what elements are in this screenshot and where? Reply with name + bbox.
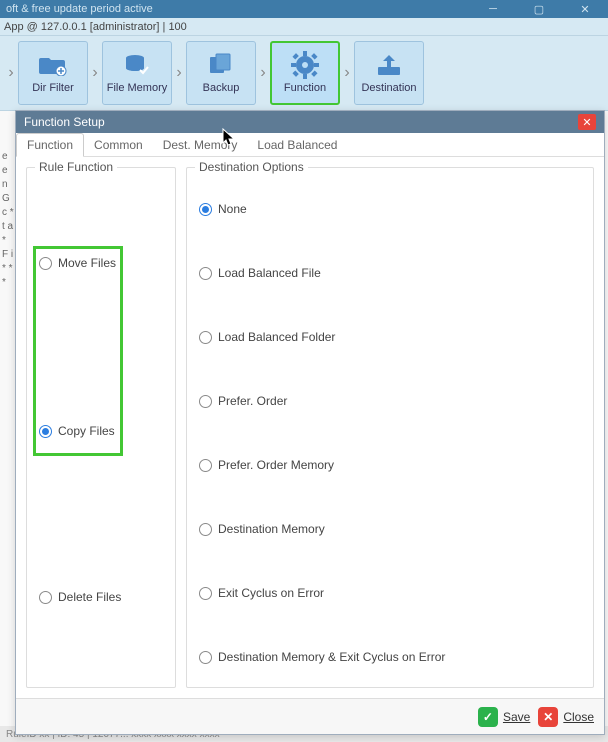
files-icon	[205, 52, 237, 78]
chevron-right-icon: ›	[88, 64, 102, 82]
radio-label: Copy Files	[58, 424, 115, 438]
save-button[interactable]: ✓ Save	[478, 707, 530, 727]
radio-label: Prefer. Order	[218, 394, 287, 408]
radio-load-balanced-file[interactable]: Load Balanced File	[197, 260, 583, 286]
check-icon: ✓	[478, 707, 498, 727]
window-titlebar: oft & free update period active ─ ▢ ✕	[0, 0, 608, 18]
rule-function-group: Rule Function Move Files Copy Files Dele…	[26, 167, 176, 688]
radio-label: Prefer. Order Memory	[218, 458, 334, 472]
radio-label: Destination Memory & Exit Cyclus on Erro…	[218, 650, 445, 664]
tab-common[interactable]: Common	[84, 134, 153, 156]
radio-icon	[199, 459, 212, 472]
close-label: Close	[563, 710, 594, 724]
radio-icon	[199, 331, 212, 344]
window-close-button[interactable]: ✕	[562, 0, 608, 18]
chevron-right-icon: ›	[340, 64, 354, 82]
dialog-close-button[interactable]: ✕	[578, 114, 596, 130]
destination-options-title: Destination Options	[195, 160, 308, 174]
main-toolbar: › Dir Filter › File Memory › Backup › Fu…	[0, 36, 608, 111]
chevron-right-icon: ›	[172, 64, 186, 82]
radio-label: None	[218, 202, 247, 216]
titlebar-text: oft & free update period active	[6, 3, 153, 15]
radio-icon	[199, 587, 212, 600]
dialog-title-text: Function Setup	[24, 115, 105, 129]
radio-icon	[199, 523, 212, 536]
toolbar-backup-button[interactable]: Backup	[186, 41, 256, 105]
close-button[interactable]: ✕ Close	[538, 707, 594, 727]
toolbar-label: Function	[284, 82, 326, 94]
radio-label: Load Balanced Folder	[218, 330, 335, 344]
save-label: Save	[503, 710, 530, 724]
radio-load-balanced-folder[interactable]: Load Balanced Folder	[197, 324, 583, 350]
toolbar-label: File Memory	[107, 82, 168, 94]
toolbar-file-memory-button[interactable]: File Memory	[102, 41, 172, 105]
radio-prefer-order[interactable]: Prefer. Order	[197, 388, 583, 414]
radio-none[interactable]: None	[197, 196, 583, 222]
radio-prefer-order-memory[interactable]: Prefer. Order Memory	[197, 452, 583, 478]
radio-label: Destination Memory	[218, 522, 325, 536]
toolbar-destination-button[interactable]: Destination	[354, 41, 424, 105]
radio-icon	[39, 257, 52, 270]
folder-plus-icon	[37, 52, 69, 78]
chevron-right-icon: ›	[4, 64, 18, 82]
radio-label: Exit Cyclus on Error	[218, 586, 324, 600]
close-icon: ✕	[538, 707, 558, 727]
radio-icon	[199, 203, 212, 216]
radio-icon	[39, 591, 52, 604]
radio-icon	[199, 651, 212, 664]
radio-exit-cyclus-on-error[interactable]: Exit Cyclus on Error	[197, 580, 583, 606]
toolbar-label: Dir Filter	[32, 82, 74, 94]
database-check-icon	[121, 52, 153, 78]
status-line: App @ 127.0.0.1 [administrator] | 100	[0, 18, 608, 36]
status-text: App @ 127.0.0.1 [administrator] | 100	[4, 21, 187, 33]
toolbar-label: Destination	[361, 82, 416, 94]
destination-options-group: Destination Options None Load Balanced F…	[186, 167, 594, 688]
dialog-body: Rule Function Move Files Copy Files Dele…	[16, 157, 604, 698]
tab-load-balanced[interactable]: Load Balanced	[247, 134, 347, 156]
radio-copy-files[interactable]: Copy Files	[37, 418, 165, 444]
background-text-fragment: e e n G c * t a * F i * * *	[0, 150, 14, 290]
tab-dest-memory[interactable]: Dest. Memory	[153, 134, 248, 156]
radio-label: Delete Files	[58, 590, 121, 604]
dialog-tabs: Function Common Dest. Memory Load Balanc…	[16, 133, 604, 157]
chevron-right-icon: ›	[256, 64, 270, 82]
toolbar-label: Backup	[203, 82, 240, 94]
window-minimize-button[interactable]: ─	[470, 0, 516, 18]
radio-icon	[199, 395, 212, 408]
rule-function-title: Rule Function	[35, 160, 117, 174]
toolbar-dir-filter-button[interactable]: Dir Filter	[18, 41, 88, 105]
radio-icon	[199, 267, 212, 280]
radio-label: Move Files	[58, 256, 116, 270]
function-setup-dialog: Function Setup ✕ Function Common Dest. M…	[15, 110, 605, 735]
radio-move-files[interactable]: Move Files	[37, 250, 165, 276]
window-maximize-button[interactable]: ▢	[516, 0, 562, 18]
gear-icon	[289, 52, 321, 78]
radio-destination-memory-and-exit[interactable]: Destination Memory & Exit Cyclus on Erro…	[197, 644, 583, 670]
radio-delete-files[interactable]: Delete Files	[37, 584, 165, 610]
tab-function[interactable]: Function	[16, 133, 84, 157]
radio-label: Load Balanced File	[218, 266, 321, 280]
radio-destination-memory[interactable]: Destination Memory	[197, 516, 583, 542]
radio-icon	[39, 425, 52, 438]
dialog-titlebar: Function Setup ✕	[16, 111, 604, 133]
dialog-footer: ✓ Save ✕ Close	[16, 698, 604, 734]
upload-icon	[373, 52, 405, 78]
toolbar-function-button[interactable]: Function	[270, 41, 340, 105]
